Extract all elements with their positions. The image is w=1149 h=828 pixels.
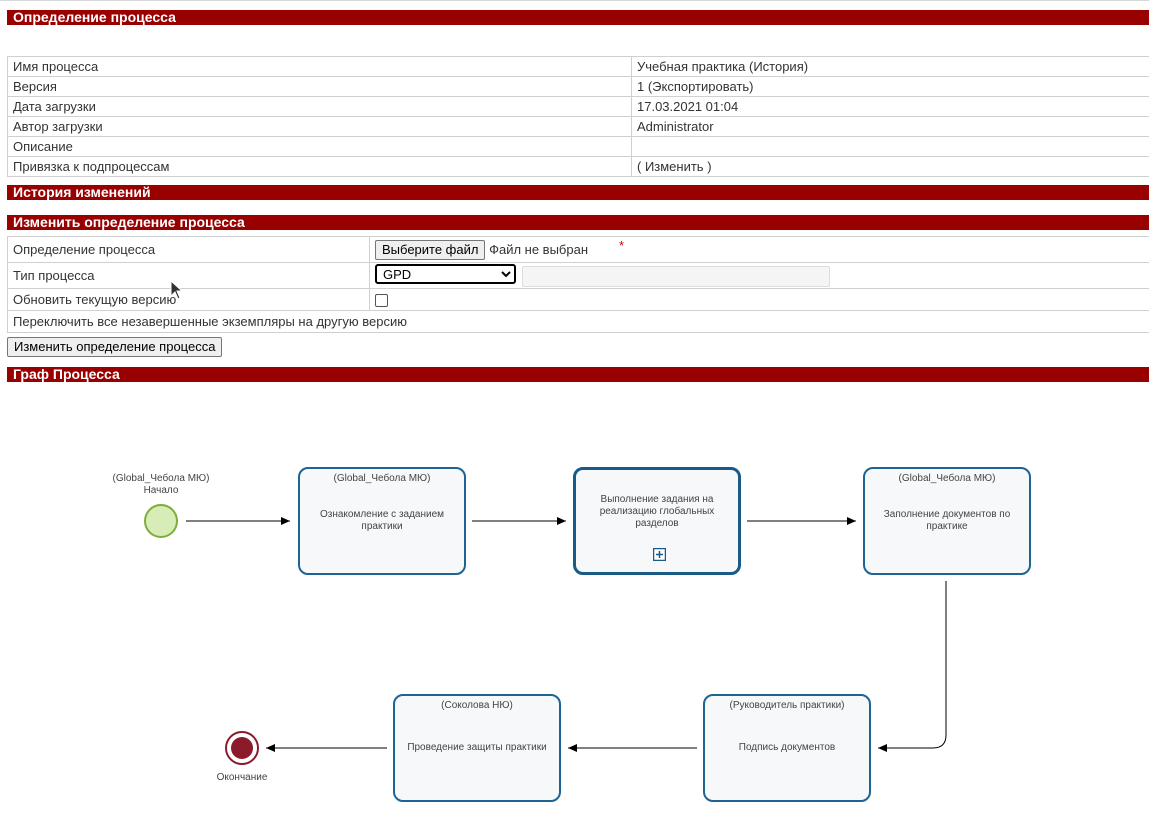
type-label: Тип процесса (7, 262, 370, 289)
start-lane-label: (Global_Чебола МЮ) (112, 473, 210, 484)
section-history[interactable]: История изменений (7, 185, 1149, 200)
mouse-pointer-icon (170, 280, 184, 300)
type-cell: GPD (369, 262, 1149, 289)
edit-row-switch: Переключить все незавершенные экземпляры… (7, 310, 1149, 333)
prop-row-description: Описание (7, 136, 1149, 157)
process-graph: (Global_Чебола МЮ) Начало Окончание (Glo… (0, 383, 1149, 828)
prop-value: Учебная практика (История) (631, 56, 1149, 77)
prop-label: Автор загрузки (7, 116, 632, 137)
update-label: Обновить текущую версию (7, 288, 370, 311)
submit-definition-button[interactable]: Изменить определение процесса (7, 337, 223, 357)
task-name: Ознакомление с заданием практики (319, 509, 445, 532)
prop-label: Имя процесса (7, 56, 632, 77)
task-name: Заполнение документов по практике (883, 509, 1011, 532)
prop-row-author: Автор загрузки Administrator (7, 116, 1149, 137)
switch-link[interactable]: Переключить все незавершенные экземпляры… (7, 310, 1149, 333)
file-cell: Выберите файл Файл не выбран (369, 236, 1149, 263)
prop-value (631, 136, 1149, 157)
type-extra-input (521, 265, 830, 287)
top-divider (0, 0, 1149, 1)
task-fill-documents[interactable]: (Global_Чебола МЮ) Заполнение документов… (863, 467, 1031, 575)
task-sign-documents[interactable]: (Руководитель практики) Подпись документ… (703, 694, 871, 802)
start-event[interactable] (144, 504, 178, 538)
prop-value: Administrator (631, 116, 1149, 137)
process-type-select[interactable]: GPD (375, 264, 516, 285)
prop-value: 17.03.2021 01:04 (631, 96, 1149, 117)
task-name: Подпись документов (738, 742, 836, 753)
edit-row-file: Определение процесса Выберите файл Файл … (7, 236, 1149, 263)
prop-label: Версия (7, 76, 632, 97)
subprocess-task[interactable]: Выполнение задания на реализацию глобаль… (573, 467, 741, 575)
prop-label: Дата загрузки (7, 96, 632, 117)
update-cell (369, 288, 1149, 311)
definition-label: Определение процесса (7, 236, 370, 263)
prop-row-version: Версия 1 (Экспортировать) (7, 76, 1149, 97)
end-label: Окончание (216, 772, 268, 783)
subprocess-change-link[interactable]: ( Изменить ) (631, 156, 1149, 177)
no-file-text: Файл не выбран (489, 241, 589, 257)
required-mark: * (619, 238, 625, 253)
prop-row-name: Имя процесса Учебная практика (История) (7, 56, 1149, 77)
prop-label: Привязка к подпроцессам (7, 156, 632, 177)
prop-row-subprocess: Привязка к подпроцессам( Изменить ) (7, 156, 1149, 177)
prop-row-date: Дата загрузки 17.03.2021 01:04 (7, 96, 1149, 117)
task-name: Выполнение задания на реализацию глобаль… (599, 494, 715, 529)
prop-value-version-link[interactable]: 1 (Экспортировать) (631, 76, 1149, 97)
flow-task3-to-task4 (878, 581, 947, 752)
process-properties-table: Имя процесса Учебная практика (История) В… (7, 56, 1149, 177)
update-version-checkbox[interactable] (375, 294, 388, 308)
task-defense[interactable]: (Соколова НЮ) Проведение защиты практики (393, 694, 561, 802)
task-familiarization[interactable]: (Global_Чебола МЮ) Ознакомление с задани… (298, 467, 466, 575)
section-definition: Определение процесса (7, 10, 1149, 25)
end-event-inner (231, 737, 253, 759)
choose-file-button[interactable]: Выберите файл (375, 239, 486, 260)
prop-label: Описание (7, 136, 632, 157)
graph-connectors (144, 504, 947, 765)
task-name: Проведение защиты практики (407, 742, 547, 753)
section-graph: Граф Процесса (7, 367, 1149, 382)
plus-square-icon[interactable] (653, 548, 666, 561)
section-change: Изменить определение процесса (7, 215, 1149, 230)
start-label: Начало (143, 485, 179, 496)
